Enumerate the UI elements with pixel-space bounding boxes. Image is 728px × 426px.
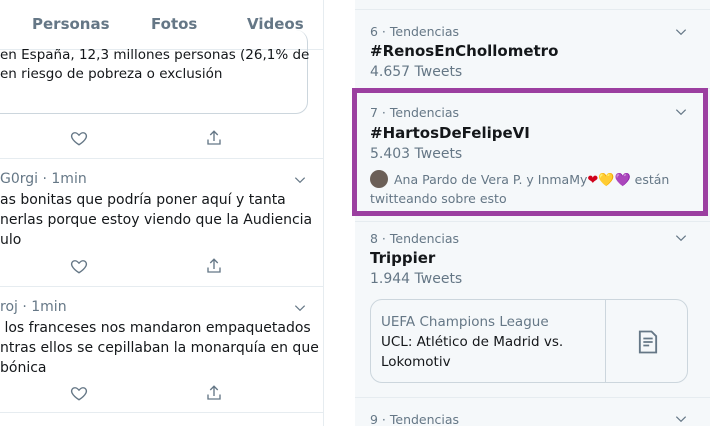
trends-panel: 6 · Tendencias #RenosEnChollometro 4.657… xyxy=(355,0,710,426)
purple-heart-emoji: 💜 xyxy=(614,173,631,188)
trend-item-5-remnant xyxy=(355,0,710,10)
trend-name[interactable]: #HartosDeFelipeVI xyxy=(370,124,530,142)
trend-item[interactable]: 6 · Tendencias #RenosEnChollometro 4.657… xyxy=(355,10,710,89)
heart-icon xyxy=(70,132,88,146)
trend-item[interactable]: 9 · Tendencias xyxy=(355,398,710,426)
heart-icon xyxy=(70,387,88,401)
chevron-down-icon xyxy=(675,416,687,423)
share-button[interactable] xyxy=(205,384,225,404)
tweet-text: los franceses nos mandaron empaquetados … xyxy=(0,320,319,376)
trend-name[interactable]: Trippier xyxy=(370,249,435,267)
chevron-down-icon xyxy=(294,177,306,184)
tweet-menu-button[interactable] xyxy=(293,172,307,186)
tweet-author-time: G0rgi · 1min xyxy=(0,171,87,187)
tweet-text: as bonitas que podría poner aquí y tanta… xyxy=(0,192,313,248)
tweet-author-time: roj · 1min xyxy=(0,299,67,315)
trend-meta: 8 · Tendencias xyxy=(370,231,460,246)
event-title: UCL: Atlético de Madrid vs. Lokomotiv xyxy=(381,334,564,370)
share-icon xyxy=(207,258,221,273)
tweet-menu-button[interactable] xyxy=(293,300,307,314)
tweet-divider xyxy=(0,412,323,413)
trend-meta: 6 · Tendencias xyxy=(370,24,460,39)
heart-icon xyxy=(70,260,88,274)
search-timeline: Personas Fotos Videos en España, 12,3 mi… xyxy=(0,0,324,426)
event-subtitle: UEFA Champions League xyxy=(381,314,549,330)
trend-menu-button[interactable] xyxy=(674,411,688,425)
tweet-actions xyxy=(0,384,323,404)
chevron-down-icon xyxy=(675,29,687,36)
share-icon xyxy=(207,130,221,145)
share-button[interactable] xyxy=(205,129,225,149)
share-icon xyxy=(207,385,221,400)
trend-name[interactable]: #RenosEnChollometro xyxy=(370,42,558,60)
chevron-down-icon xyxy=(675,109,687,116)
tweet-divider xyxy=(0,158,323,159)
trend-meta: 9 · Tendencias xyxy=(370,412,460,426)
quoted-tweet-text: en España, 12,3 millones personas (26,1%… xyxy=(0,47,310,82)
yellow-heart-emoji: 💛 xyxy=(598,173,615,188)
like-button[interactable] xyxy=(70,384,90,404)
chevron-down-icon xyxy=(675,235,687,242)
trend-tweet-count: 4.657 Tweets xyxy=(370,64,463,80)
document-icon xyxy=(638,330,658,354)
trend-tweet-count: 5.403 Tweets xyxy=(370,146,463,162)
like-button[interactable] xyxy=(70,257,90,277)
share-button[interactable] xyxy=(205,257,225,277)
like-button[interactable] xyxy=(70,129,90,149)
trend-menu-button[interactable] xyxy=(674,104,688,118)
trend-context-users: Ana Pardo de Vera P. y InmaMy xyxy=(394,172,588,187)
tweet-divider xyxy=(0,286,323,287)
event-thumbnail xyxy=(605,300,687,382)
event-card[interactable]: UEFA Champions League UCL: Atlético de M… xyxy=(370,299,688,383)
tweet-actions xyxy=(0,129,323,149)
trend-meta: 7 · Tendencias xyxy=(370,105,460,120)
avatar xyxy=(370,170,388,188)
trend-menu-button[interactable] xyxy=(674,24,688,38)
trend-tweet-count: 1.944 Tweets xyxy=(370,271,463,287)
trend-context: Ana Pardo de Vera P. y InmaMy❤💛💜 están t… xyxy=(370,170,670,208)
chevron-down-icon xyxy=(294,305,306,312)
tweet-actions xyxy=(0,257,323,277)
red-heart-emoji: ❤ xyxy=(587,173,599,188)
event-text: UEFA Champions League UCL: Atlético de M… xyxy=(381,312,603,372)
trend-menu-button[interactable] xyxy=(674,230,688,244)
